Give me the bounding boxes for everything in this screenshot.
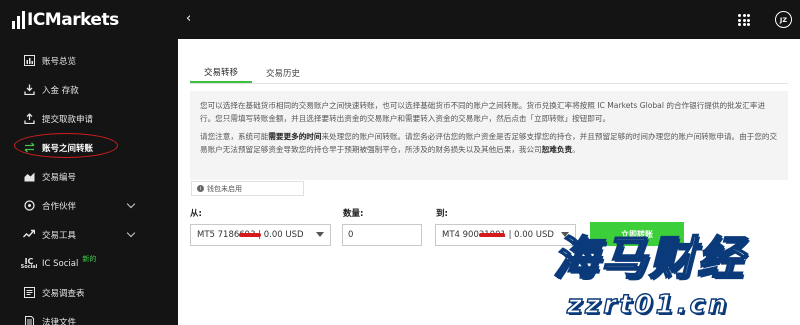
apps-grid-icon[interactable]	[738, 14, 750, 26]
sidebar-item-withdraw[interactable]: 提交取款申请	[0, 104, 178, 133]
sidebar-item-transfer[interactable]: 账号之间转账	[0, 133, 178, 162]
chevron-down-icon	[126, 199, 136, 209]
trade-id-icon	[22, 171, 36, 183]
partner-icon	[22, 200, 36, 212]
sidebar-item-label: 账号总览	[42, 56, 77, 67]
sidebar-item-tools[interactable]: 交易工具	[0, 220, 178, 249]
sidebar: ICMarkets 账号总览 入金 存款 提交取款申请 账号之间转账 交易编号 …	[0, 0, 178, 325]
wallet-status-badge: i 钱包未启用	[191, 181, 304, 196]
sidebar-item-legal[interactable]: 法律文件	[0, 307, 178, 325]
tab-transfer[interactable]: 交易转移	[190, 63, 253, 83]
amount-label: 数量:	[343, 209, 364, 219]
redaction-mark	[479, 233, 505, 237]
sidebar-nav: 账号总览 入金 存款 提交取款申请 账号之间转账 交易编号 合作伙伴 交易工具 …	[0, 46, 178, 325]
sidebar-item-deposit[interactable]: 入金 存款	[0, 75, 178, 104]
to-label: 到:	[436, 209, 448, 219]
brand-logo[interactable]: ICMarkets	[12, 10, 119, 30]
sidebar-item-label: 合作伙伴	[42, 201, 77, 212]
tab-divider	[190, 83, 788, 84]
chevron-down-icon	[126, 228, 136, 238]
sidebar-item-label: 提交取款申请	[42, 114, 94, 125]
redaction-mark	[239, 233, 261, 237]
ic-social-icon: IC Social	[20, 257, 38, 270]
tab-bar: 交易转移 交易历史	[190, 63, 314, 83]
back-icon[interactable]: ‹	[186, 12, 198, 26]
watermark-url: zzrt01.cn	[566, 289, 730, 320]
sidebar-item-overview[interactable]: 账号总览	[0, 46, 178, 75]
brand-name: ICMarkets	[27, 10, 119, 30]
amount-input[interactable]: 0	[342, 224, 422, 246]
from-label: 从:	[190, 209, 202, 219]
sidebar-item-label: 账号之间转账	[42, 143, 94, 154]
sidebar-item-ic-social[interactable]: IC Social IC Social 新的	[0, 249, 178, 278]
wallet-status-text: 钱包未启用	[207, 184, 242, 193]
from-account-select[interactable]: MT5 7186693 | 0.00 USD	[190, 224, 331, 246]
info-icon: i	[197, 185, 204, 192]
transfer-info-box: 您可以选择在基础货币相同的交易账户之间快速转账，也可以选择基础货币不同的账户之间…	[190, 91, 788, 180]
sidebar-item-label: 交易工具	[42, 230, 77, 241]
deposit-icon	[22, 84, 36, 96]
sidebar-item-label: 交易调查表	[42, 288, 85, 299]
info-paragraph-2: 请您注意，系统可能需要更多的时间来处理您的账户间转账。请您务必评估您的账户资金是…	[200, 132, 778, 154]
logo-mark-icon	[12, 11, 25, 29]
amount-value: 0	[348, 230, 354, 240]
tab-history[interactable]: 交易历史	[252, 63, 314, 83]
transfer-icon	[22, 142, 36, 154]
overview-icon	[22, 55, 36, 67]
ic-social-icon-sub: Social	[20, 263, 38, 270]
withdraw-icon	[22, 113, 36, 125]
info-paragraph-1: 您可以选择在基础货币相同的交易账户之间快速转账，也可以选择基础货币不同的账户之间…	[200, 101, 766, 123]
sidebar-item-label: 入金 存款	[42, 85, 79, 96]
top-bar: ‹ JZ	[178, 0, 800, 39]
watermark-text: 海马财经	[552, 230, 745, 286]
sidebar-item-partner[interactable]: 合作伙伴	[0, 191, 178, 220]
caret-down-icon	[316, 232, 324, 237]
sidebar-item-trade-id[interactable]: 交易编号	[0, 162, 178, 191]
sidebar-item-label: 交易编号	[42, 172, 77, 183]
tools-icon	[22, 229, 36, 241]
sidebar-item-label: IC Social	[42, 258, 79, 269]
survey-icon	[22, 287, 36, 299]
sidebar-item-label: 法律文件	[42, 317, 77, 325]
legal-icon	[22, 316, 36, 325]
avatar[interactable]: JZ	[775, 11, 792, 28]
sidebar-item-survey[interactable]: 交易调查表	[0, 278, 178, 307]
new-badge: 新的	[82, 254, 97, 263]
